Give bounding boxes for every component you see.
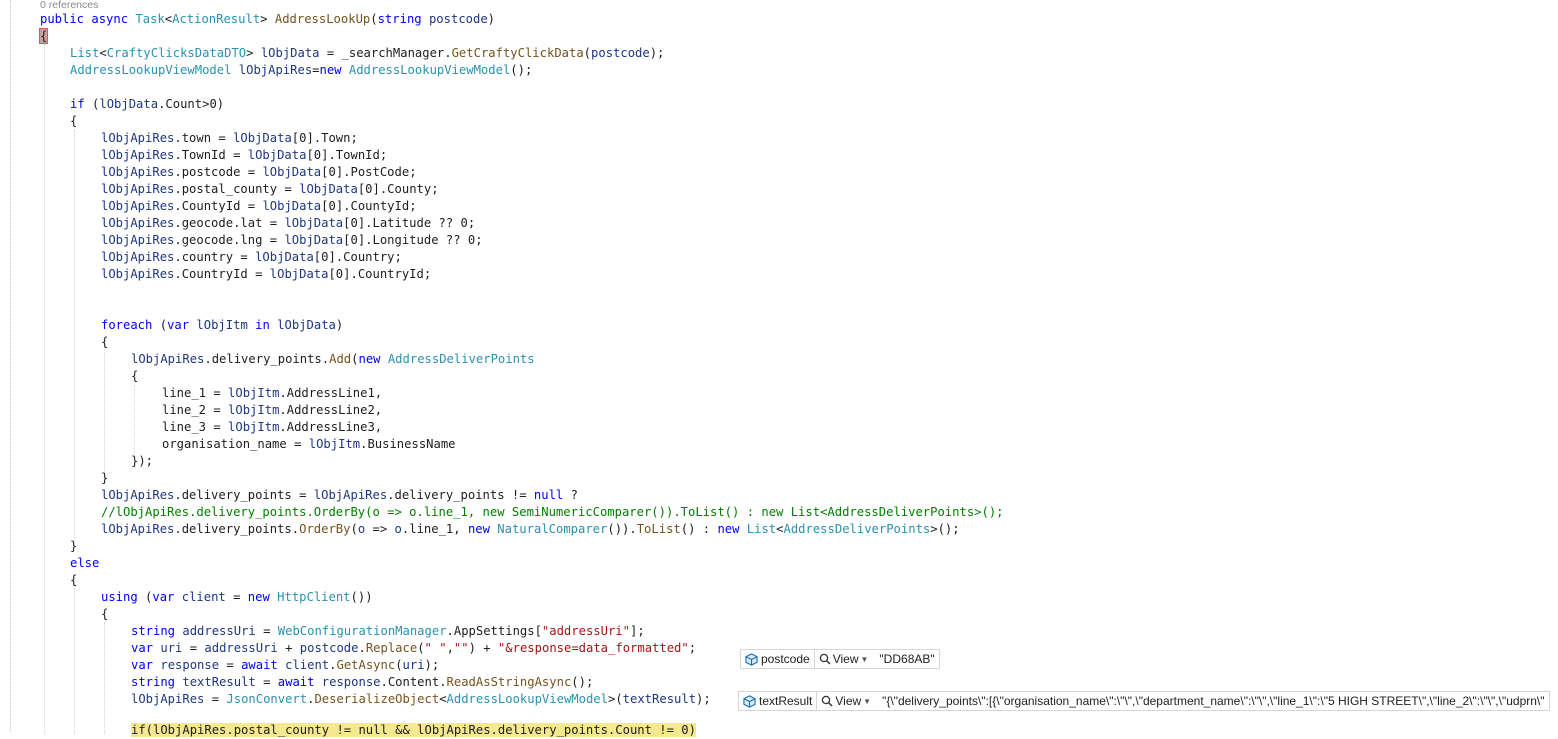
variable-icon xyxy=(745,652,758,666)
dropdown-arrow-icon[interactable]: ▼ xyxy=(863,697,871,706)
code-line-signature: public async Task<ActionResult> AddressL… xyxy=(40,12,496,26)
datatip-postcode[interactable]: postcode View ▼ "DD68AB" xyxy=(740,649,940,669)
code-line: lObjApiRes.country = lObjData[0].Country… xyxy=(101,250,402,264)
code-line: string textResult = await response.Conte… xyxy=(131,675,594,689)
code-line: }); xyxy=(131,454,154,468)
datatip-view-button[interactable]: View ▼ xyxy=(817,692,878,710)
code-line-breakpoint: if(lObjApiRes.postal_county != null && l… xyxy=(131,722,696,739)
gutter-outline xyxy=(10,0,11,732)
code-line: lObjApiRes.delivery_points.Add(new Addre… xyxy=(131,352,535,366)
code-line: var response = await client.GetAsync(uri… xyxy=(131,658,440,672)
code-line: lObjApiRes.town = lObjData[0].Town; xyxy=(101,131,358,145)
magnifier-icon xyxy=(822,695,833,707)
code-line: lObjApiRes.TownId = lObjData[0].TownId; xyxy=(101,148,388,162)
code-line: { xyxy=(70,114,78,128)
variable-icon xyxy=(743,694,756,708)
dropdown-arrow-icon[interactable]: ▼ xyxy=(861,655,869,664)
datatip-value: "{\"delivery_points\":[{\"organisation_n… xyxy=(882,694,1545,708)
indent-guide xyxy=(74,130,75,540)
datatip-textresult[interactable]: textResult View ▼ "{\"delivery_points\":… xyxy=(738,691,1550,711)
matched-brace: { xyxy=(38,28,49,44)
code-line: AddressLookupViewModel lObjApiRes=new Ad… xyxy=(70,63,533,77)
code-line: line_1 = lObjItm.AddressLine1, xyxy=(162,386,383,400)
code-line: else xyxy=(70,556,100,570)
code-line: lObjApiRes.delivery_points.OrderBy(o => … xyxy=(101,522,960,536)
current-statement-highlight: if(lObjApiRes.postal_county != null && l… xyxy=(131,723,696,737)
indent-guide xyxy=(44,44,45,734)
datatip-name[interactable]: textResult xyxy=(739,692,816,710)
indent-guide xyxy=(104,350,105,475)
code-line: line_3 = lObjItm.AddressLine3, xyxy=(162,420,383,434)
magnifier-icon xyxy=(819,653,831,665)
code-line: lObjApiRes.postal_county = lObjData[0].C… xyxy=(101,182,439,196)
code-line: string addressUri = WebConfigurationMana… xyxy=(131,624,645,638)
code-line: lObjApiRes.delivery_points = lObjApiRes.… xyxy=(101,488,578,502)
code-line: foreach (var lObjItm in lObjData) xyxy=(101,318,344,332)
code-line: lObjApiRes.geocode.lng = lObjData[0].Lon… xyxy=(101,233,483,247)
code-line: { xyxy=(70,573,78,587)
code-line: lObjApiRes = JsonConvert.DeserializeObje… xyxy=(131,692,711,706)
datatip-value: "DD68AB" xyxy=(879,652,935,666)
code-line: if (lObjData.Count>0) xyxy=(70,97,225,111)
code-line: } xyxy=(101,471,109,485)
code-line: lObjApiRes.geocode.lat = lObjData[0].Lat… xyxy=(101,216,476,230)
datatip-name[interactable]: postcode xyxy=(741,650,814,668)
code-line: { xyxy=(101,607,109,621)
indent-guide xyxy=(134,385,135,455)
datatip-view-button[interactable]: View ▼ xyxy=(815,650,876,668)
indent-guide xyxy=(74,588,75,734)
code-line: List<CraftyClicksDataDTO> lObjData = _se… xyxy=(70,46,665,60)
indent-guide xyxy=(104,622,105,734)
code-line: lObjApiRes.CountryId = lObjData[0].Count… xyxy=(101,267,432,281)
code-line: line_2 = lObjItm.AddressLine2, xyxy=(162,403,383,417)
code-line-brace: { xyxy=(38,28,49,45)
code-line: { xyxy=(101,335,109,349)
code-line: } xyxy=(70,539,78,553)
code-line: lObjApiRes.postcode = lObjData[0].PostCo… xyxy=(101,165,417,179)
code-line: organisation_name = lObjItm.BusinessName xyxy=(162,437,456,451)
code-line: lObjApiRes.CountyId = lObjData[0].County… xyxy=(101,199,417,213)
code-line: using (var client = new HttpClient()) xyxy=(101,590,373,604)
code-comment: //lObjApiRes.delivery_points.OrderBy(o =… xyxy=(101,505,1004,519)
code-line: var uri = addressUri + postcode.Replace(… xyxy=(131,641,697,655)
codelens-references[interactable]: 0 references xyxy=(40,0,98,11)
code-line: { xyxy=(131,369,139,383)
